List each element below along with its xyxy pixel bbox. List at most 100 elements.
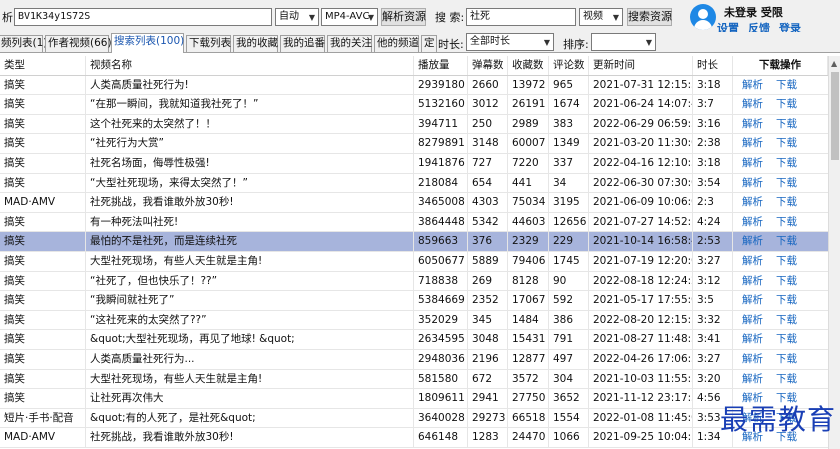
parse-link[interactable]: 解析 <box>738 370 772 389</box>
table-row[interactable]: 搞笑 人类高质量社死行为... 2948036 2196 12877 497 2022-04… <box>0 350 828 370</box>
download-link[interactable]: 下载 <box>772 95 812 114</box>
col-duration[interactable]: 时长 <box>693 56 733 75</box>
col-update-time[interactable]: 更新时间 <box>589 56 693 75</box>
col-danmaku[interactable]: 弹幕数 <box>468 56 508 75</box>
scroll-up-arrow-icon[interactable]: ▲ <box>831 59 837 68</box>
col-title[interactable]: 视频名称 <box>86 56 414 75</box>
download-link[interactable]: 下载 <box>772 213 812 232</box>
cell-plays: 8279891 <box>414 134 468 153</box>
parse-link[interactable]: 解析 <box>738 330 772 349</box>
cell-plays: 5384669 <box>414 291 468 310</box>
table-row[interactable]: MAD·AMV 社死挑战，我看谁敢外放30秒! 3465008 4303 75034 31… <box>0 193 828 213</box>
mode-select[interactable]: 自动 ▼ <box>275 8 319 26</box>
parse-link[interactable]: 解析 <box>738 252 772 271</box>
parse-link[interactable]: 解析 <box>738 291 772 310</box>
download-link[interactable]: 下载 <box>772 193 812 212</box>
parse-link[interactable]: 解析 <box>738 193 772 212</box>
col-plays[interactable]: 播放量 <box>414 56 468 75</box>
download-link[interactable]: 下载 <box>772 291 812 310</box>
table-row[interactable]: 短片·手书·配音 &quot;有的人死了，是社死&quot; 3640028 2927… <box>0 408 828 429</box>
cell-danmaku: 654 <box>468 173 508 193</box>
duration-select[interactable]: 全部时长 ▼ <box>466 33 554 51</box>
download-link[interactable]: 下载 <box>772 232 812 251</box>
tab-video-list[interactable]: 频列表(1) <box>0 35 47 52</box>
download-link[interactable]: 下载 <box>772 330 812 349</box>
table-row[interactable]: 搞笑 &quot;大型社死现场，再见了地球! &quot; 2634595 3048 1… <box>0 330 828 350</box>
tab-my-favorites[interactable]: 我的收藏 <box>233 35 278 52</box>
table-row[interactable]: MAD·AMV 社死挑战，我看谁敢外放30秒! 646148 1283 24470 106… <box>0 428 828 448</box>
table-row[interactable]: 搞笑 大型社死现场，有些人天生就是主角! 581580 672 3572 304 2021-… <box>0 369 828 390</box>
tab-search-list[interactable]: 搜索列表(100) <box>111 33 184 53</box>
download-link[interactable]: 下载 <box>772 370 812 389</box>
parse-resource-button[interactable]: 解析资源 <box>381 8 426 26</box>
table-row[interactable]: 搞笑 人类高质量社死行为! 2939180 2660 13972 965 2021-07-3… <box>0 75 828 96</box>
cell-dur: 2:3 <box>693 193 733 212</box>
format-select[interactable]: MP4-AVC ▼ <box>321 8 378 26</box>
download-link[interactable]: 下载 <box>772 252 812 271</box>
vertical-scrollbar[interactable]: ▲ <box>828 56 840 449</box>
parse-link[interactable]: 解析 <box>738 272 772 291</box>
tab-more[interactable]: 定 <box>421 35 437 52</box>
search-resource-button[interactable]: 搜索资源 <box>627 8 672 26</box>
cell-danmaku: 2660 <box>468 75 508 95</box>
table-row[interactable]: 搞笑 “社死行为大赏” 8279891 3148 60007 1349 2021-03-20… <box>0 134 828 154</box>
download-link[interactable]: 下载 <box>772 154 812 173</box>
download-link[interactable]: 下载 <box>772 76 812 95</box>
download-link[interactable]: 下载 <box>772 311 812 330</box>
cell-title: 社死挑战，我看谁敢外放30秒! <box>86 428 414 447</box>
parse-link[interactable]: 解析 <box>738 76 772 95</box>
table-row[interactable]: 搞笑 “这社死来的太突然了??” 352029 345 1484 386 2022-08-2… <box>0 310 828 331</box>
tab-download-list[interactable]: 下载列表 <box>186 35 231 52</box>
cell-fav: 66518 <box>508 408 549 428</box>
parse-link[interactable]: 解析 <box>738 232 772 251</box>
cell-plays: 859663 <box>414 232 468 251</box>
cell-type: 搞笑 <box>0 389 86 408</box>
parse-link[interactable]: 解析 <box>738 350 772 369</box>
user-avatar-icon[interactable] <box>690 4 716 30</box>
download-link[interactable]: 下载 <box>772 174 812 193</box>
tab-author-videos[interactable]: 作者视频(66) <box>45 35 112 52</box>
parse-link[interactable]: 解析 <box>738 115 772 134</box>
table-row[interactable]: 搞笑 “大型社死现场，来得太突然了！” 218084 654 441 34 2022-06-… <box>0 173 828 194</box>
table-row[interactable]: 搞笑 “在那一瞬间，我就知道我社死了！” 5132160 3012 26191 1674 2… <box>0 95 828 115</box>
table-row[interactable]: 搞笑 最怕的不是社死，而是连续社死 859663 376 2329 229 2021-10-… <box>0 232 828 252</box>
tab-my-following[interactable]: 我的关注 <box>327 35 372 52</box>
search-input[interactable]: 社死 <box>466 8 576 26</box>
download-link[interactable]: 下载 <box>772 272 812 291</box>
table-row[interactable]: 搞笑 “社死了，但也快乐了！??” 718838 269 8128 90 2022-08-1… <box>0 271 828 292</box>
table-row[interactable]: 搞笑 有一种死法叫社死! 3864448 5342 44603 12656 2021-07-… <box>0 212 828 233</box>
table-row[interactable]: 搞笑 社死名场面，侮辱性极强! 1941876 727 7220 337 2022-04-1… <box>0 154 828 174</box>
col-comments[interactable]: 评论数 <box>549 56 589 75</box>
col-type[interactable]: 类型 <box>0 56 86 75</box>
download-link[interactable]: 下载 <box>772 350 812 369</box>
download-link[interactable]: 下载 <box>772 115 812 134</box>
cell-plays: 1809611 <box>414 389 468 408</box>
parse-link[interactable]: 解析 <box>738 95 772 114</box>
url-input[interactable]: BV1K34y1S72S <box>14 8 272 26</box>
parse-link[interactable]: 解析 <box>738 311 772 330</box>
cell-time: 2021-10-03 11:55:54 <box>589 369 693 389</box>
parse-link[interactable]: 解析 <box>738 174 772 193</box>
sort-select[interactable]: ▼ <box>591 33 656 51</box>
mode-select-value: 自动 <box>279 11 299 22</box>
cell-plays: 646148 <box>414 428 468 447</box>
cell-plays: 2939180 <box>414 75 468 95</box>
table-row[interactable]: 搞笑 这个社死来的太突然了！！ 394711 250 2989 383 2022-06-29… <box>0 114 828 135</box>
tab-my-bangumi[interactable]: 我的追番 <box>280 35 325 52</box>
scrollbar-thumb[interactable] <box>831 72 839 160</box>
cell-type: 搞笑 <box>0 291 86 310</box>
table-row[interactable]: 搞笑 “我瞬间就社死了” 5384669 2352 17067 592 2021-05-17… <box>0 291 828 311</box>
cell-title: 人类高质量社死行为! <box>86 75 414 95</box>
cell-type: 搞笑 <box>0 212 86 232</box>
table-row[interactable]: 搞笑 让社死再次伟大 1809611 2941 27750 3652 2021-11-12 … <box>0 389 828 409</box>
download-link[interactable]: 下载 <box>772 134 812 153</box>
cell-comments: 12656 <box>549 212 589 232</box>
col-favorites[interactable]: 收藏数 <box>508 56 549 75</box>
parse-link[interactable]: 解析 <box>738 213 772 232</box>
parse-link[interactable]: 解析 <box>738 154 772 173</box>
tab-his-channel[interactable]: 他的频道 <box>374 35 419 52</box>
table-row[interactable]: 搞笑 大型社死现场，有些人天生就是主角! 6050677 5889 79406 1745 2… <box>0 252 828 272</box>
search-type-select[interactable]: 视频 ▼ <box>579 8 623 26</box>
parse-link[interactable]: 解析 <box>738 134 772 153</box>
cell-comments: 1554 <box>549 408 589 428</box>
